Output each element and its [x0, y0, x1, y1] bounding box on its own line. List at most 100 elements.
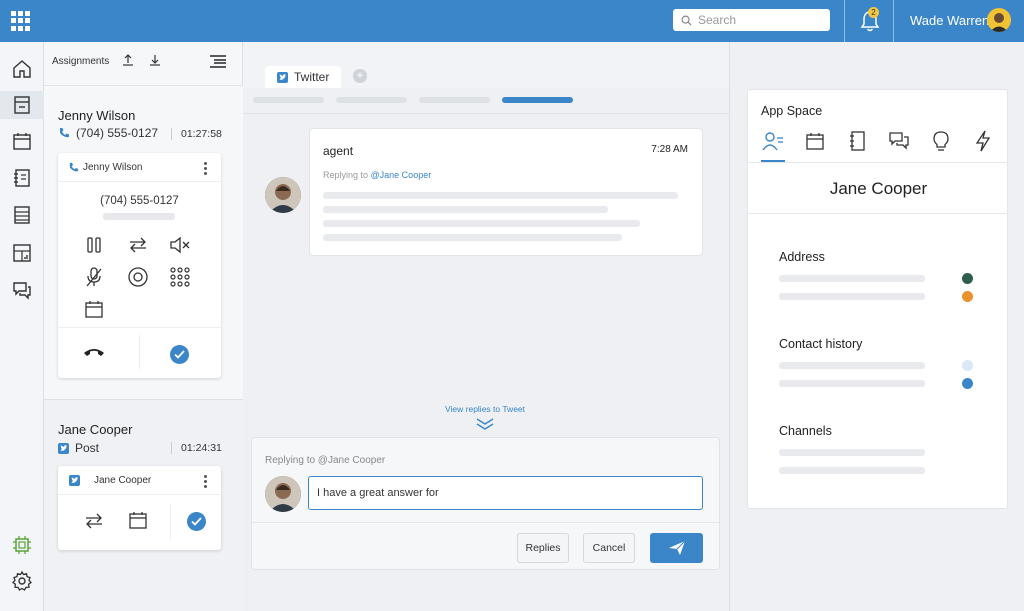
mic-off-icon — [86, 267, 102, 287]
agent-avatar — [265, 177, 301, 213]
more-icon[interactable] — [204, 475, 207, 490]
rail-inbox[interactable] — [0, 91, 44, 119]
mute-speaker-button[interactable] — [168, 233, 192, 257]
reply-handle-link[interactable]: @Jane Cooper — [371, 170, 432, 180]
upload-icon[interactable] — [121, 53, 135, 67]
top-bar: 2 Wade Warren — [0, 0, 1024, 42]
card-divider — [139, 335, 140, 369]
divider — [243, 113, 729, 114]
gear-icon — [12, 570, 32, 591]
call-card: Jenny Wilson (704) 555-0127 — [58, 153, 221, 378]
rail-calendar[interactable] — [8, 127, 36, 155]
assignment-jane-cooper[interactable]: Jane Cooper Post 01:24:31 Jane Cooper — [44, 400, 243, 611]
skeleton-line — [779, 449, 925, 456]
rail-home[interactable] — [8, 55, 36, 83]
assignments-panel: Assignments Jenny Wilson (704) 555-0127 … — [44, 42, 243, 611]
complete-button[interactable] — [167, 342, 191, 366]
lightbulb-icon — [933, 131, 949, 151]
contact-channel-label: Post — [75, 441, 100, 455]
skeleton-line — [779, 467, 925, 474]
chat-icon — [13, 282, 31, 300]
mute-mic-button[interactable] — [82, 265, 106, 289]
chevron-down-double-icon[interactable] — [476, 417, 494, 431]
list-toggle-icon[interactable] — [209, 54, 227, 68]
complete-button[interactable] — [184, 509, 208, 533]
tweet-card[interactable]: agent 7:28 AM Replying to @Jane Cooper — [309, 128, 703, 256]
step — [419, 97, 490, 103]
hangup-button[interactable] — [82, 340, 106, 364]
dialpad-button[interactable] — [168, 265, 192, 289]
tweet-replying: Replying to @Jane Cooper — [323, 170, 432, 180]
list-icon — [14, 206, 30, 224]
post-card-header: Jane Cooper — [58, 466, 221, 495]
tab-label: Twitter — [294, 70, 330, 84]
app-space-tabs — [761, 129, 995, 153]
search-box[interactable] — [673, 9, 830, 31]
status-dot — [962, 291, 973, 302]
rail-integrations[interactable] — [8, 531, 36, 559]
rail-settings[interactable] — [8, 567, 36, 595]
app-tab-contact[interactable] — [761, 129, 785, 153]
pause-button[interactable] — [82, 233, 106, 257]
user-avatar[interactable] — [987, 8, 1011, 32]
divider — [252, 522, 719, 523]
app-tab-notes[interactable] — [845, 129, 869, 153]
skeleton-line — [779, 380, 925, 387]
card-divider — [58, 327, 221, 328]
assignments-title: Assignments — [52, 56, 110, 67]
reply-composer: Replying to @Jane Cooper Replies Cancel — [251, 437, 720, 570]
conversation-panel: Twitter + agent 7:28 AM Replying to @Jan… — [243, 42, 729, 611]
add-tab-button[interactable]: + — [353, 69, 367, 83]
transfer-button[interactable] — [82, 509, 106, 533]
rail-list[interactable] — [8, 201, 36, 229]
calendar-icon — [13, 133, 31, 150]
transfer-icon — [130, 237, 146, 253]
rail-notebook[interactable] — [8, 164, 36, 192]
rail-report[interactable] — [8, 239, 36, 267]
tweet-author: agent — [323, 144, 354, 158]
chat-icon — [889, 132, 909, 150]
app-grid-icon[interactable] — [11, 11, 31, 31]
send-button[interactable] — [650, 533, 703, 563]
app-tab-ideas[interactable] — [929, 129, 953, 153]
schedule-button[interactable] — [126, 508, 150, 532]
section-address: Address — [779, 250, 825, 264]
app-tab-chat[interactable] — [887, 129, 911, 153]
contact-name: Jenny Wilson — [58, 108, 136, 123]
app-tab-actions[interactable] — [971, 129, 995, 153]
user-name[interactable]: Wade Warren — [910, 13, 989, 28]
contact-timer: 01:24:31 — [171, 442, 222, 454]
reply-input[interactable] — [308, 476, 703, 510]
cancel-button[interactable]: Cancel — [583, 533, 635, 563]
section-contact-history: Contact history — [779, 337, 863, 351]
schedule-button[interactable] — [82, 297, 106, 321]
transfer-icon — [86, 513, 102, 529]
rail-chat[interactable] — [8, 276, 36, 304]
transfer-button[interactable] — [126, 233, 150, 257]
assignment-jenny-wilson[interactable]: Jenny Wilson (704) 555-0127 01:27:58 Jen… — [44, 86, 243, 400]
more-icon[interactable] — [204, 162, 207, 177]
card-divider — [170, 504, 171, 540]
app-space-title: App Space — [761, 104, 823, 118]
download-icon[interactable] — [148, 53, 162, 67]
dialpad-icon — [170, 267, 190, 287]
divider — [748, 213, 1009, 214]
app-tab-calendar[interactable] — [803, 129, 827, 153]
call-card-header: Jenny Wilson — [58, 153, 221, 182]
step-active — [502, 97, 573, 103]
contact-name: Jane Cooper — [58, 422, 133, 437]
app-space-card: App Space Jane Cooper Address Contact hi… — [747, 89, 1009, 509]
record-button[interactable] — [126, 265, 150, 289]
speaker-off-icon — [170, 236, 190, 254]
twitter-icon — [58, 442, 69, 454]
skeleton-line — [779, 293, 925, 300]
search-input[interactable] — [698, 13, 808, 27]
status-dot — [962, 360, 973, 371]
step — [253, 97, 324, 103]
replies-button[interactable]: Replies — [517, 533, 569, 563]
reply-label: Replying to @Jane Cooper — [265, 455, 386, 466]
tab-twitter[interactable]: Twitter — [265, 66, 342, 88]
calendar-icon — [806, 133, 824, 150]
view-replies-link[interactable]: View replies to Tweet — [445, 404, 525, 414]
contact-timer: 01:27:58 — [171, 128, 222, 140]
